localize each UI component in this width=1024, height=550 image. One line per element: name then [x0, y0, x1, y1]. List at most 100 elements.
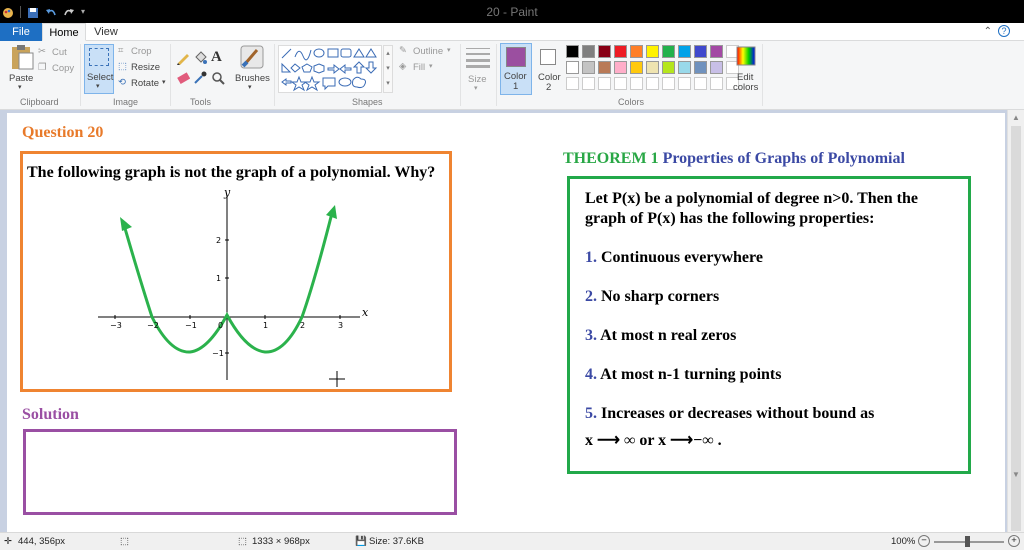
graph: −3 −2 −1 0 1 2 3 2 1 −1 x y [98, 186, 369, 380]
file-size-icon: 💾 [355, 536, 367, 547]
palette-color-swatch[interactable] [662, 45, 675, 58]
resize-icon: ⬚ [118, 61, 127, 72]
palette-empty-swatch[interactable] [598, 77, 611, 90]
image-size-icon: ⬚ [238, 536, 247, 547]
image-group-label: Image [113, 97, 139, 107]
question-text: The following graph is not the graph of … [27, 164, 436, 181]
tab-home[interactable]: Home [42, 23, 86, 41]
palette-empty-swatch[interactable] [566, 77, 579, 90]
magnifier-tool[interactable] [211, 71, 225, 85]
pencil-tool[interactable] [176, 51, 190, 65]
magnifier-icon [212, 72, 225, 85]
zoom-slider-thumb[interactable] [965, 536, 970, 547]
palette-empty-swatch[interactable] [678, 77, 691, 90]
fill-button[interactable]: ◈ Fill ▾ [399, 61, 439, 74]
tab-view[interactable]: View [86, 23, 126, 41]
property-number: 3. [585, 327, 597, 344]
scroll-down-icon[interactable]: ▼ [1012, 470, 1020, 479]
resize-button[interactable]: ⬚ Resize [118, 61, 163, 74]
crosshair-cursor-icon [329, 371, 345, 387]
cut-button[interactable]: ✂ Cut [38, 46, 78, 59]
palette-empty-swatch[interactable] [662, 77, 675, 90]
shapes-scroll[interactable]: ▴ ▾ ▾ [383, 45, 393, 93]
palette-color-swatch[interactable] [582, 45, 595, 58]
palette-color-swatch[interactable] [630, 61, 643, 74]
copy-button[interactable]: ❐ Copy [38, 62, 78, 75]
eraser-icon [177, 72, 191, 84]
palette-color-swatch[interactable] [662, 61, 675, 74]
color-picker-tool[interactable] [193, 71, 207, 85]
palette-color-swatch[interactable] [694, 45, 707, 58]
theorem-label: THEOREM 1 [563, 150, 659, 167]
property-text: No sharp corners [597, 288, 720, 305]
palette-empty-swatch[interactable] [630, 77, 643, 90]
size-button[interactable]: Size ▾ [464, 44, 492, 94]
outline-button[interactable]: ✎ Outline ▾ [399, 45, 455, 58]
eyedropper-icon [194, 71, 207, 84]
palette-empty-swatch[interactable] [694, 77, 707, 90]
ribbon-collapse-icon[interactable]: ⌃ [984, 26, 992, 37]
palette-color-swatch[interactable] [630, 45, 643, 58]
divider [80, 44, 81, 106]
palette-color-swatch[interactable] [566, 45, 579, 58]
palette-color-swatch[interactable] [598, 61, 611, 74]
rotate-label: Rotate [131, 78, 159, 89]
eraser-tool[interactable] [176, 71, 191, 85]
fill-tool[interactable] [193, 51, 207, 65]
y-tick-label: 1 [216, 274, 221, 283]
palette-color-swatch[interactable] [614, 45, 627, 58]
select-button[interactable]: Select ▾ [84, 44, 114, 94]
y-axis-label: y [223, 186, 231, 199]
property-item: 4. At most n-1 turning points [585, 366, 781, 384]
palette-color-swatch[interactable] [678, 61, 691, 74]
x-tick-label: 1 [263, 321, 268, 330]
palette-color-swatch[interactable] [614, 61, 627, 74]
shapes-gallery[interactable] [278, 45, 382, 93]
property-number: 1. [585, 249, 597, 266]
help-icon[interactable]: ? [998, 25, 1010, 37]
palette-color-swatch[interactable] [566, 61, 579, 74]
zoom-out-button[interactable]: − [918, 535, 930, 547]
palette-color-swatch[interactable] [646, 61, 659, 74]
text-tool[interactable]: A [211, 49, 222, 66]
scroll-up-icon[interactable]: ▲ [1012, 113, 1020, 122]
color1-button[interactable]: Color 1 [500, 43, 532, 95]
palette-color-swatch[interactable] [678, 45, 691, 58]
palette-color-swatch[interactable] [694, 61, 707, 74]
palette-color-swatch[interactable] [710, 45, 723, 58]
selection-size-icon: ⬚ [120, 536, 129, 547]
palette-empty-swatch[interactable] [614, 77, 627, 90]
crop-button[interactable]: ⌗ Crop [118, 45, 158, 58]
property-item: 3. At most n real zeros [585, 327, 736, 345]
divider [170, 44, 171, 106]
rotate-button[interactable]: ⟲ Rotate ▾ [118, 77, 168, 90]
theorem-intro-line-2: graph of P(x) has the following properti… [585, 210, 875, 227]
palette-color-swatch[interactable] [710, 61, 723, 74]
file-size: Size: 37.6KB [369, 536, 424, 547]
vertical-scrollbar[interactable]: ▲ ▼ [1007, 110, 1024, 532]
shapes-group-label: Shapes [352, 97, 383, 107]
color1-number: 1 [513, 81, 519, 92]
paste-button[interactable]: Paste ▾ [6, 44, 36, 94]
palette-empty-swatch[interactable] [710, 77, 723, 90]
fill-label: Fill [413, 62, 426, 73]
tab-file[interactable]: File [0, 23, 42, 41]
brushes-button[interactable]: Brushes ▾ [234, 44, 270, 94]
x-tick-label: −1 [185, 321, 197, 330]
color2-button[interactable]: Color 2 [535, 43, 563, 95]
rotate-dropdown-icon: ▾ [162, 79, 166, 86]
x-tick-label: −3 [110, 321, 122, 330]
palette-color-swatch[interactable] [646, 45, 659, 58]
palette-color-swatch[interactable] [598, 45, 611, 58]
text-icon: A [211, 49, 222, 65]
select-dropdown-icon[interactable]: ▾ [96, 82, 100, 90]
edit-colors-button[interactable]: Edit colors [732, 44, 760, 96]
palette-empty-swatch[interactable] [582, 77, 595, 90]
zoom-in-button[interactable]: + [1008, 535, 1020, 547]
y-tick-label: 2 [216, 236, 221, 245]
cursor-position-icon: ✛ [4, 536, 12, 547]
palette-empty-swatch[interactable] [646, 77, 659, 90]
x-tick-label: −2 [147, 321, 159, 330]
paste-dropdown-icon[interactable]: ▾ [18, 83, 22, 91]
palette-color-swatch[interactable] [582, 61, 595, 74]
